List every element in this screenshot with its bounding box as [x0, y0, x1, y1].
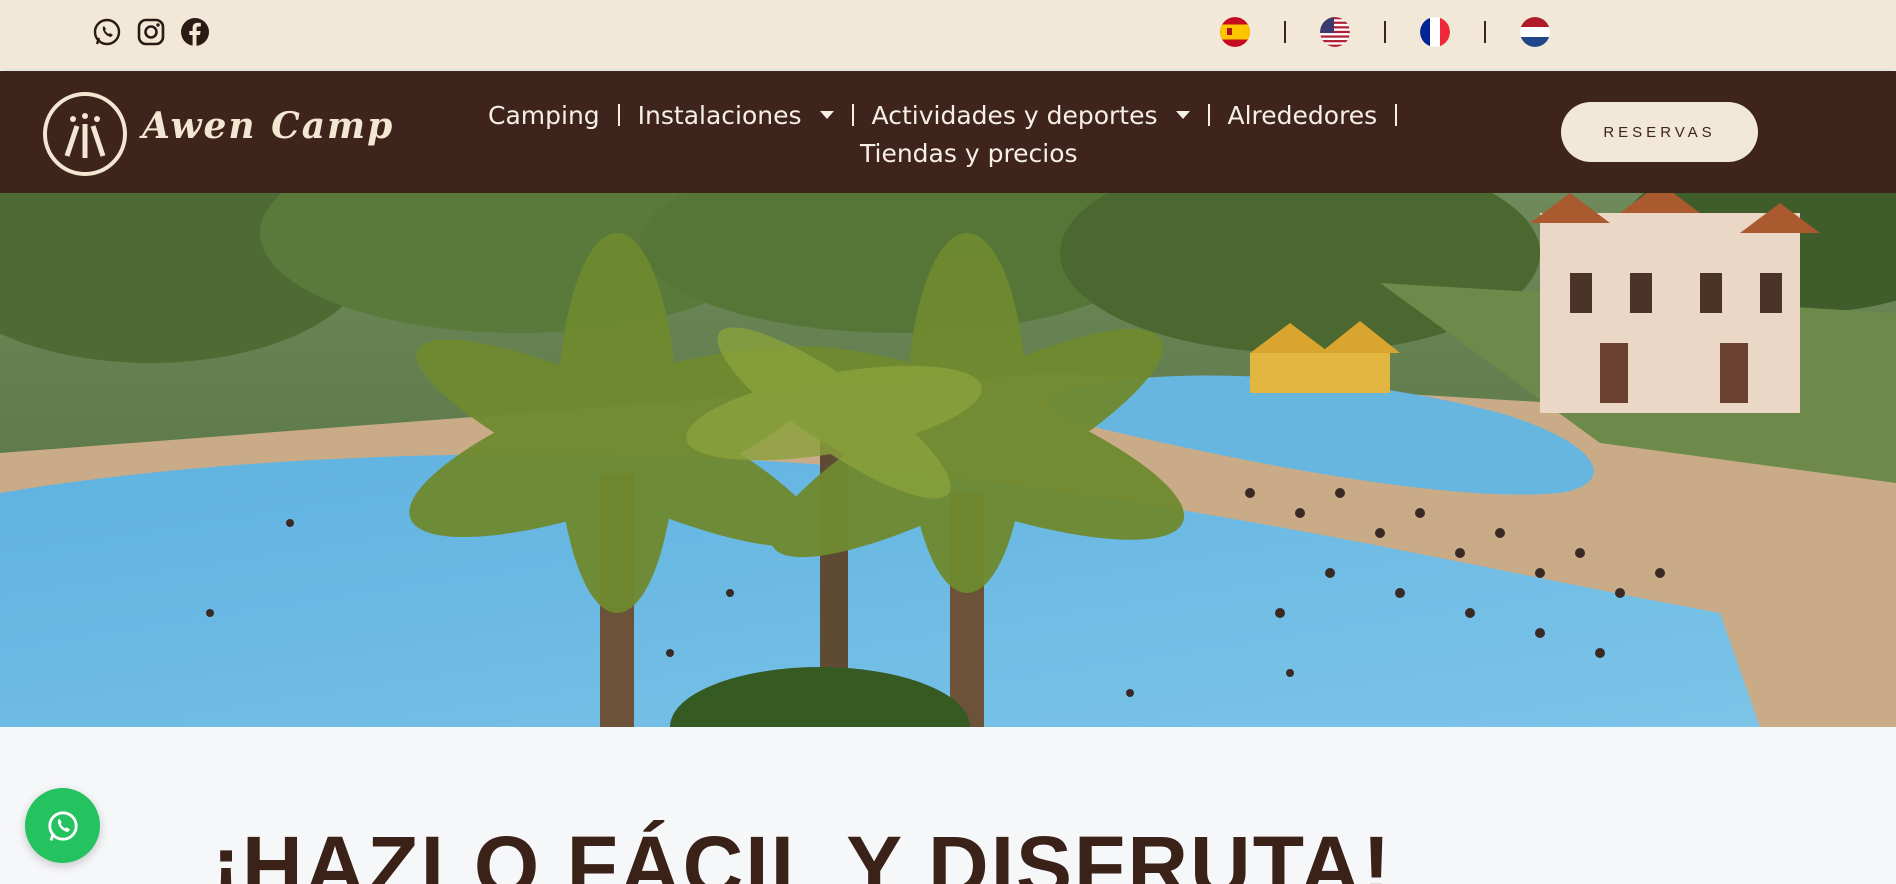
- hero-image: [0, 193, 1896, 727]
- whatsapp-icon[interactable]: [92, 17, 122, 47]
- whatsapp-chat-button[interactable]: [25, 788, 100, 863]
- main-nav: Awen Camp Camping Instalaciones Activida…: [0, 71, 1896, 193]
- nav-item-label: Camping: [488, 100, 600, 130]
- lang-separator: [1484, 21, 1486, 43]
- chevron-down-icon: [1175, 111, 1190, 119]
- nav-item-label: Instalaciones: [637, 100, 802, 130]
- chevron-down-icon: [819, 111, 834, 119]
- nav-item-alrededores[interactable]: Alrededores: [1210, 101, 1396, 130]
- nav-item-label: Actividades y deportes: [871, 100, 1158, 130]
- instagram-icon[interactable]: [136, 17, 166, 47]
- usa-flag-icon[interactable]: [1320, 17, 1350, 47]
- france-flag-icon[interactable]: [1420, 17, 1450, 47]
- nav-item-actividades[interactable]: Actividades y deportes: [854, 101, 1208, 130]
- lang-separator: [1384, 21, 1386, 43]
- language-switcher: [1220, 17, 1550, 47]
- whatsapp-icon: [47, 810, 78, 841]
- social-links: [92, 17, 210, 47]
- nav-menu: Camping Instalaciones Actividades y depo…: [470, 95, 1450, 168]
- nav-item-instalaciones[interactable]: Instalaciones: [620, 101, 852, 130]
- reservas-button[interactable]: RESERVAS: [1561, 102, 1758, 162]
- top-bar: [0, 0, 1896, 69]
- spain-flag-icon[interactable]: [1220, 17, 1250, 47]
- facebook-icon[interactable]: [180, 17, 210, 47]
- nav-item-camping[interactable]: Camping: [470, 101, 618, 130]
- nav-item-label: Alrededores: [1227, 100, 1378, 130]
- brand-logo-icon[interactable]: [43, 92, 127, 176]
- nav-item-tiendas[interactable]: Tiendas y precios: [842, 139, 1096, 168]
- brand-name[interactable]: Awen Camp: [142, 105, 394, 147]
- nav-separator: [1395, 104, 1398, 126]
- lang-separator: [1284, 21, 1286, 43]
- netherlands-flag-icon[interactable]: [1520, 17, 1550, 47]
- nav-item-label: Tiendas y precios: [860, 139, 1078, 168]
- page-headline: ¡HAZLO FÁCIL Y DISFRUTA!: [212, 819, 1393, 884]
